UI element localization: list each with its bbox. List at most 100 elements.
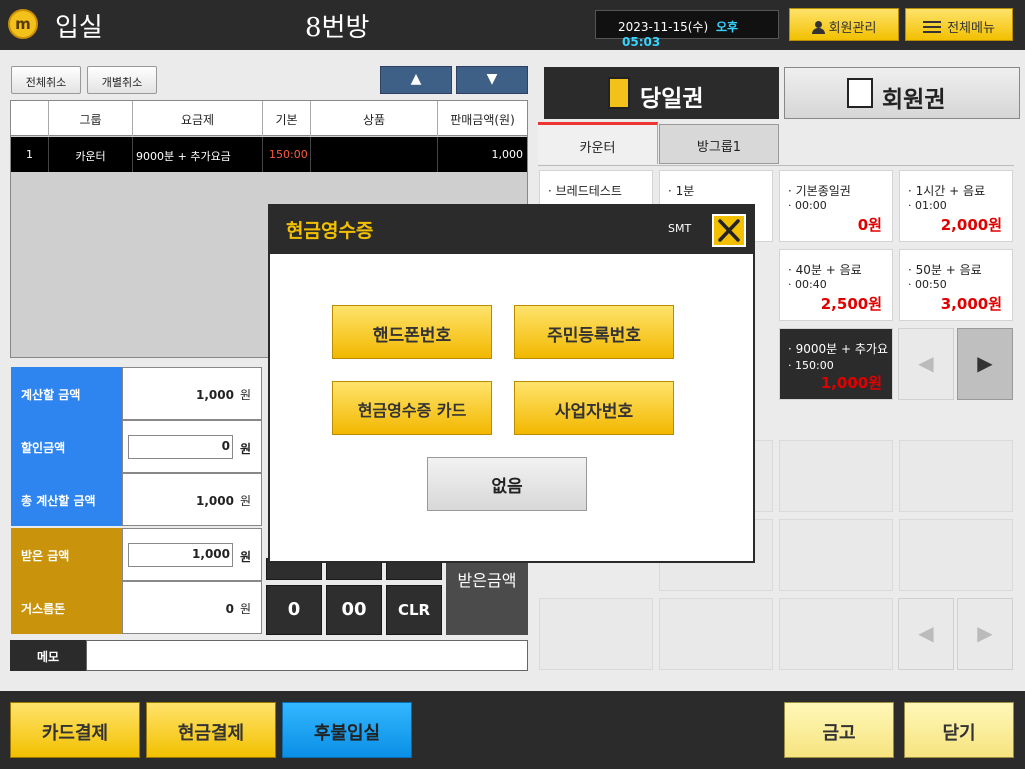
keypad-key-00[interactable]: 00 xyxy=(326,585,382,635)
table-row[interactable]: 1 카운터 9000분 + 추가요금 150:00 1,000 xyxy=(11,137,527,172)
close-x-icon xyxy=(718,219,740,242)
ticket-tile[interactable]: · 1시간 + 음료 · 01:00 2,000원 xyxy=(899,170,1013,242)
keypad-key-0[interactable]: 0 xyxy=(266,585,322,635)
ticket-tile-selected[interactable]: · 9000분 + 추가요 · 150:00 1,000원 xyxy=(779,328,893,400)
ticket-time: · 00:50 xyxy=(908,278,947,291)
change-number: 0 xyxy=(225,602,234,616)
calc-amount-value: 1,000 원 xyxy=(122,367,262,420)
phone-number-button[interactable]: 핸드폰번호 xyxy=(332,305,492,359)
ticket-name: · 1분 xyxy=(668,184,695,198)
person-icon xyxy=(811,21,825,34)
total-amount-value: 1,000 원 xyxy=(122,473,262,526)
ticket-time: · 01:00 xyxy=(908,199,947,212)
tile-prev-arrow-icon[interactable]: ◀ xyxy=(898,328,954,400)
all-menu-button[interactable]: 전체메뉴 xyxy=(905,8,1013,41)
tab-day-ticket[interactable]: 당일권 xyxy=(544,67,779,119)
postpaid-entry-button[interactable]: 후불입실 xyxy=(282,702,412,758)
card-payment-button[interactable]: 카드결제 xyxy=(10,702,140,758)
col-base: 기본 xyxy=(263,101,311,136)
subtab-room-group-1[interactable]: 방그룹1 xyxy=(659,124,779,164)
col-plan: 요금제 xyxy=(133,101,263,136)
tab-day-ticket-label: 당일권 xyxy=(640,86,704,112)
ticket-name: · 40분 + 음료 xyxy=(788,263,862,277)
scroll-down-button[interactable]: ▼ xyxy=(456,66,528,94)
safe-button[interactable]: 금고 xyxy=(784,702,894,758)
empty-tile xyxy=(899,440,1013,512)
col-product: 상품 xyxy=(311,101,438,136)
discount-label: 할인금액 xyxy=(11,420,123,473)
datetime-display: 2023-11-15(수) 오후 05:03 xyxy=(595,10,779,49)
received-box: 1,000 원 xyxy=(122,528,262,581)
ticket-price: 2,500원 xyxy=(820,295,882,313)
calc-amount-unit: 원 xyxy=(239,388,251,402)
ticket-time: · 150:00 xyxy=(788,359,834,372)
all-menu-label: 전체메뉴 xyxy=(947,21,995,36)
page-title: 입실 xyxy=(55,13,103,43)
dialog-title: 현금영수증 xyxy=(286,220,374,242)
discount-unit: 원 xyxy=(239,442,251,456)
keypad-clear-button[interactable]: CLR xyxy=(386,585,442,635)
discount-box: 0 원 xyxy=(122,420,262,473)
total-amount-unit: 원 xyxy=(239,494,251,508)
cash-receipt-dialog: 현금영수증 SMT 핸드폰번호 주민등록번호 현금영수증 카드 사업자번호 없음 xyxy=(268,204,755,563)
memo-input[interactable] xyxy=(86,640,528,671)
resident-number-button[interactable]: 주민등록번호 xyxy=(514,305,674,359)
dialog-header: 현금영수증 SMT xyxy=(270,206,753,254)
discount-input[interactable]: 0 xyxy=(128,435,233,459)
ticket-tile[interactable]: · 기본종일권 · 00:00 0원 xyxy=(779,170,893,242)
page-prev-arrow-icon[interactable]: ◀ xyxy=(898,598,954,670)
ticket-price: 3,000원 xyxy=(940,295,1002,313)
empty-tile xyxy=(779,440,893,512)
total-amount-number: 1,000 xyxy=(195,494,234,508)
member-management-label: 회원관리 xyxy=(828,21,877,36)
cancel-item-button[interactable]: 개별취소 xyxy=(87,66,157,94)
subtab-counter[interactable]: 카운터 xyxy=(538,122,658,164)
ampm-text: 오후 xyxy=(715,20,739,34)
empty-tile xyxy=(659,598,773,670)
subtab-divider xyxy=(538,165,1014,166)
ticket-price: 1,000원 xyxy=(820,374,882,392)
received-unit: 원 xyxy=(239,550,251,564)
none-button[interactable]: 없음 xyxy=(427,457,587,511)
close-button[interactable]: 닫기 xyxy=(904,702,1014,758)
col-no xyxy=(11,101,49,136)
cancel-all-button[interactable]: 전체취소 xyxy=(11,66,81,94)
received-amount-input[interactable]: 1,000 xyxy=(128,543,233,567)
cell-amount: 1,000 xyxy=(491,148,524,161)
tile-next-arrow-icon[interactable]: ▶ xyxy=(957,328,1013,400)
receipt-card-button[interactable]: 현금영수증 카드 xyxy=(332,381,492,435)
empty-tile xyxy=(779,598,893,670)
cell-group: 카운터 xyxy=(49,137,133,172)
change-unit: 원 xyxy=(239,602,251,616)
received-amount-label: 받은 금액 xyxy=(11,528,123,581)
empty-tile xyxy=(539,598,653,670)
cash-payment-button[interactable]: 현금결제 xyxy=(146,702,276,758)
ticket-name: · 브레드테스트 xyxy=(548,184,622,198)
close-icon[interactable] xyxy=(712,214,746,247)
ticket-name: · 1시간 + 음료 xyxy=(908,184,986,198)
page-next-arrow-icon[interactable]: ▶ xyxy=(957,598,1013,670)
business-number-button[interactable]: 사업자번호 xyxy=(514,381,674,435)
room-title: 8번방 xyxy=(305,13,370,43)
dialog-smt-label: SMT xyxy=(668,222,692,235)
change-label: 거스름돈 xyxy=(11,581,123,634)
tab-member-ticket[interactable]: 회원권 xyxy=(784,67,1020,119)
member-card-icon xyxy=(847,78,873,108)
table-header: 그룹 요금제 기본 상품 판매금액(원) xyxy=(11,101,527,136)
memo-label: 메모 xyxy=(10,640,86,671)
time-text: 05:03 xyxy=(622,35,661,49)
ticket-tile[interactable]: · 50분 + 음료 · 00:50 3,000원 xyxy=(899,249,1013,321)
cell-base: 150:00 xyxy=(263,137,311,172)
cell-no: 1 xyxy=(11,137,49,172)
calc-amount-label: 계산할 금액 xyxy=(11,367,123,420)
scroll-up-button[interactable]: ▲ xyxy=(380,66,452,94)
ticket-time: · 00:40 xyxy=(788,278,827,291)
cell-plan: 9000분 + 추가요금 xyxy=(133,137,263,172)
calc-amount-number: 1,000 xyxy=(195,388,234,402)
ticket-price: 0원 xyxy=(857,216,882,234)
member-management-button[interactable]: 회원관리 xyxy=(789,8,899,41)
date-text: 2023-11-15(수) xyxy=(618,20,709,34)
ticket-tile[interactable]: · 40분 + 음료 · 00:40 2,500원 xyxy=(779,249,893,321)
empty-tile xyxy=(779,519,893,591)
col-amount: 판매금액(원) xyxy=(450,113,515,127)
